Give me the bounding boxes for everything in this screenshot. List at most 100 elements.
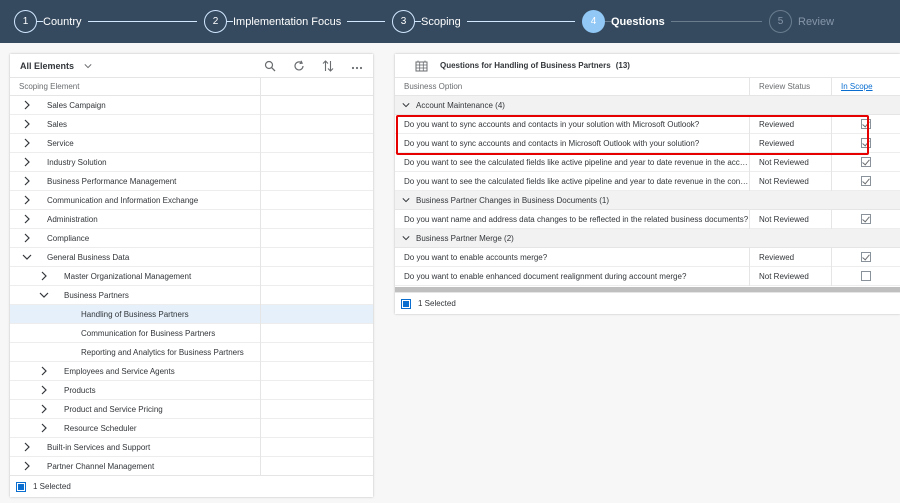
chevron-right-icon[interactable] <box>22 176 32 186</box>
chevron-right-icon[interactable] <box>39 404 49 414</box>
tree-row[interactable]: Communication for Business Partners <box>10 323 373 343</box>
tree-cell: Handling of Business Partners <box>10 304 261 324</box>
tree-row[interactable]: Handling of Business Partners <box>10 304 373 324</box>
refresh-icon[interactable] <box>293 60 305 72</box>
review-status: Reviewed <box>750 114 832 134</box>
step-label: Questions <box>611 15 671 28</box>
tree-column-header: Scoping Element <box>10 77 373 96</box>
tree-cell: Master Organizational Management <box>10 266 261 286</box>
chevron-right-icon[interactable] <box>22 214 32 224</box>
chevron-down-icon[interactable] <box>402 234 410 242</box>
in-scope-checkbox[interactable] <box>861 271 871 281</box>
search-icon[interactable] <box>264 60 276 72</box>
tree-row[interactable]: Products <box>10 380 373 400</box>
review-status: Reviewed <box>750 133 832 153</box>
chevron-right-icon[interactable] <box>22 233 32 243</box>
wizard-step-implementation-focus[interactable]: 2 Implementation Focus <box>204 10 348 33</box>
question-row[interactable]: Do you want to enable accounts merge? Rev… <box>395 247 900 267</box>
tree-row[interactable]: Employees and Service Agents <box>10 361 373 381</box>
tree-cell: Communication and Information Exchange <box>10 190 261 210</box>
step-label: Scoping <box>421 15 467 28</box>
chevron-right-icon[interactable] <box>22 461 32 471</box>
chevron-down-icon[interactable] <box>22 252 32 262</box>
tree-cell: Business Performance Management <box>10 171 261 191</box>
group-header-row[interactable]: Business Partner Merge (2) <box>395 229 900 248</box>
column-header-business-option[interactable]: Business Option <box>395 77 750 96</box>
column-header-scoping-element[interactable]: Scoping Element <box>10 77 261 96</box>
chevron-right-icon[interactable] <box>22 157 32 167</box>
chevron-right-icon[interactable] <box>22 119 32 129</box>
tree-row[interactable]: Built-in Services and Support <box>10 437 373 457</box>
tree-row[interactable]: Business Performance Management <box>10 171 373 191</box>
tree-row[interactable]: Master Organizational Management <box>10 266 373 286</box>
filter-select-label[interactable]: All Elements <box>20 61 74 71</box>
in-scope-checkbox[interactable] <box>861 157 871 167</box>
scoping-toolbar: All Elements <box>10 54 373 78</box>
tree-row[interactable]: Business Partners <box>10 285 373 305</box>
tree-cell: Built-in Services and Support <box>10 437 261 457</box>
questions-footer: 1 Selected <box>395 292 900 314</box>
chevron-down-icon[interactable] <box>39 290 49 300</box>
wizard-step-country[interactable]: 1 Country <box>14 10 88 33</box>
tree-row[interactable]: Partner Channel Management <box>10 456 373 476</box>
question-row[interactable]: Do you want to see the calculated fields… <box>395 152 900 172</box>
question-row[interactable]: Do you want to enable enhanced document … <box>395 266 900 286</box>
step-number: 1 <box>14 10 37 33</box>
chevron-right-icon[interactable] <box>22 138 32 148</box>
tree-row[interactable]: Product and Service Pricing <box>10 399 373 419</box>
chevron-right-icon[interactable] <box>39 366 49 376</box>
column-header-review-status[interactable]: Review Status <box>750 77 832 96</box>
in-scope-checkbox[interactable] <box>861 214 871 224</box>
tree-item-label: Sales <box>47 119 68 129</box>
more-options-icon[interactable] <box>351 60 363 72</box>
tree-item-label: Communication and Information Exchange <box>47 195 199 205</box>
tree-cell: Sales <box>10 114 261 134</box>
questions-toolbar: Questions for Handling of Business Partn… <box>395 54 900 78</box>
group-header-row[interactable]: Business Partner Changes in Business Doc… <box>395 191 900 210</box>
tree-row[interactable]: Reporting and Analytics for Business Par… <box>10 342 373 362</box>
question-row[interactable]: Do you want name and address data change… <box>395 209 900 229</box>
in-scope-checkbox[interactable] <box>861 138 871 148</box>
group-header-row[interactable]: Account Maintenance (4) <box>395 96 900 115</box>
review-status: Reviewed <box>750 247 832 267</box>
tree-cell: Industry Solution <box>10 152 261 172</box>
column-header-in-scope[interactable]: In Scope <box>841 82 873 91</box>
tree-row[interactable]: Compliance <box>10 228 373 248</box>
chevron-right-icon[interactable] <box>22 442 32 452</box>
tree-item-label: Handling of Business Partners <box>81 309 189 319</box>
chevron-right-icon[interactable] <box>39 385 49 395</box>
business-option-text: Do you want to sync accounts and contact… <box>395 133 750 153</box>
question-row[interactable]: Do you want to sync accounts and contact… <box>395 114 900 134</box>
tree-row[interactable]: Resource Scheduler <box>10 418 373 438</box>
chevron-down-icon[interactable] <box>402 101 410 109</box>
question-row[interactable]: Do you want to see the calculated fields… <box>395 171 900 191</box>
chevron-down-icon[interactable] <box>84 62 92 70</box>
tree-row[interactable]: Sales <box>10 114 373 134</box>
tree-row[interactable]: Service <box>10 133 373 153</box>
in-scope-checkbox[interactable] <box>861 119 871 129</box>
chevron-right-icon[interactable] <box>22 100 32 110</box>
question-row[interactable]: Do you want to sync accounts and contact… <box>395 133 900 153</box>
wizard-step-questions[interactable]: 4 Questions <box>582 10 671 33</box>
step-number: 5 <box>769 10 792 33</box>
tree-cell: Service <box>10 133 261 153</box>
chevron-down-icon[interactable] <box>402 196 410 204</box>
chevron-right-icon[interactable] <box>39 423 49 433</box>
in-scope-checkbox[interactable] <box>861 252 871 262</box>
tree-row[interactable]: Administration <box>10 209 373 229</box>
tree-row[interactable]: Sales Campaign <box>10 95 373 115</box>
tree-item-label: Administration <box>47 214 98 224</box>
tree-row[interactable]: Communication and Information Exchange <box>10 190 373 210</box>
questions-column-header: Business Option Review Status In Scope <box>395 77 900 96</box>
review-status: Not Reviewed <box>750 152 832 172</box>
tree-row[interactable]: General Business Data <box>10 247 373 267</box>
wizard-step-review[interactable]: 5 Review <box>769 10 834 33</box>
chevron-right-icon[interactable] <box>22 195 32 205</box>
group-label: Business Partner Merge (2) <box>416 233 514 243</box>
wizard-step-scoping[interactable]: 3 Scoping <box>392 10 467 33</box>
tree-cell: General Business Data <box>10 247 261 267</box>
sort-icon[interactable] <box>322 60 334 72</box>
tree-row[interactable]: Industry Solution <box>10 152 373 172</box>
chevron-right-icon[interactable] <box>39 271 49 281</box>
in-scope-checkbox[interactable] <box>861 176 871 186</box>
